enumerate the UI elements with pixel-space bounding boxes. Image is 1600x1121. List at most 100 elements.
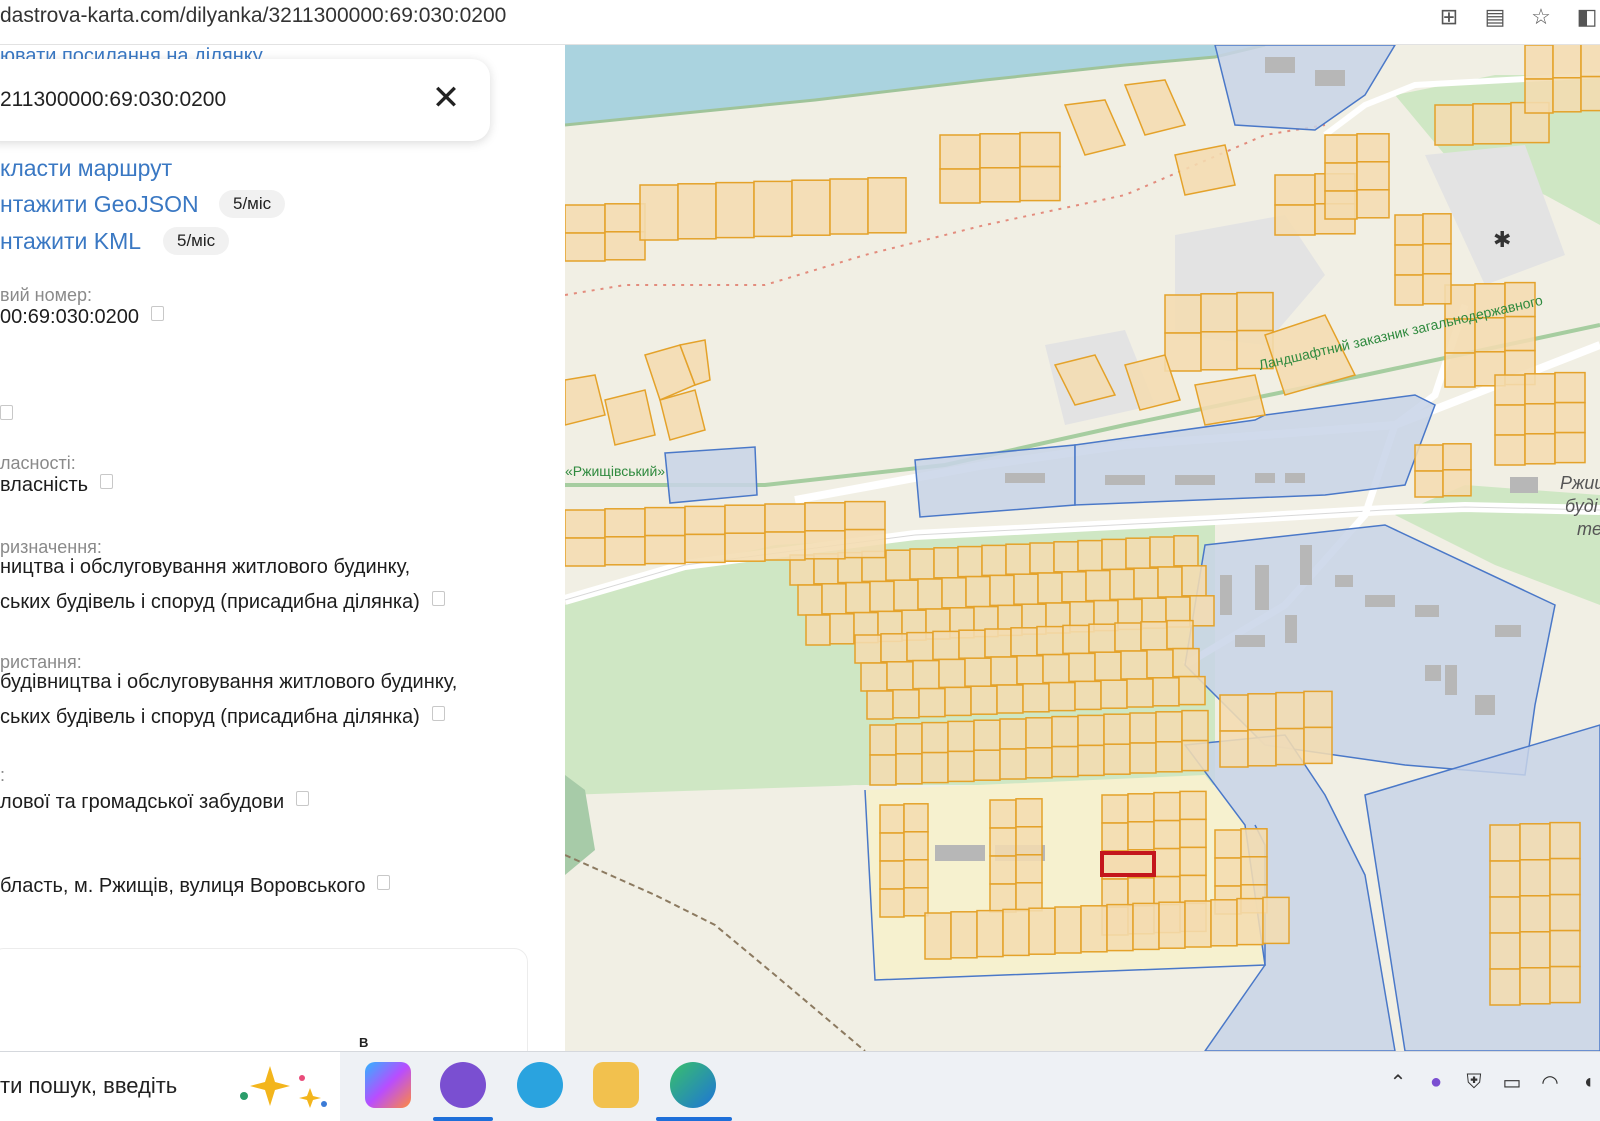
- parcel: [804, 502, 846, 532]
- search-input[interactable]: 211300000:69:030:0200: [0, 88, 226, 112]
- parcel: [724, 532, 766, 562]
- wifi-icon[interactable]: ◠: [1538, 1070, 1562, 1095]
- download-kml-link[interactable]: нтажити KML: [0, 228, 141, 255]
- security-icon[interactable]: ⛨: [1462, 1071, 1486, 1094]
- viber-tray-icon[interactable]: ●: [1424, 1071, 1448, 1094]
- parcel: [1236, 897, 1264, 946]
- parcel: [565, 509, 606, 539]
- parcel: [1016, 655, 1044, 685]
- copy-icon[interactable]: [0, 405, 13, 420]
- parcel: [860, 662, 888, 692]
- battery-icon[interactable]: ▭: [1500, 1070, 1524, 1095]
- parcel: [797, 584, 823, 616]
- parcel: [1442, 469, 1472, 497]
- parcel: [1157, 566, 1183, 598]
- cadastral-search-box[interactable]: 211300000:69:030:0200 ✕: [0, 59, 490, 141]
- copy-icon[interactable]: [151, 306, 165, 321]
- copilot-icon[interactable]: [365, 1062, 411, 1108]
- copy-icon[interactable]: [431, 706, 445, 721]
- parcel: [879, 888, 905, 918]
- parcel: [1025, 717, 1053, 749]
- parcel: [996, 684, 1024, 714]
- parcel: [1153, 847, 1181, 878]
- parcel: [1114, 622, 1142, 652]
- parcel: [604, 389, 656, 446]
- split-screen-icon[interactable]: ⊞: [1436, 4, 1462, 30]
- parcel: [1120, 650, 1148, 680]
- cadastral-map[interactable]: «Ржищівський» Ландшафтний заказник загал…: [565, 45, 1600, 1051]
- usage-value-line-2: ських будівель і споруд (присадибна діля…: [0, 700, 445, 735]
- copy-icon[interactable]: [296, 791, 310, 806]
- zone-value: лової та громадської забудови: [0, 785, 310, 820]
- copy-icon[interactable]: [377, 875, 391, 890]
- parcel: [880, 633, 908, 663]
- town-label-2: буді: [1565, 496, 1599, 516]
- monument-icon: ✱: [1493, 228, 1511, 253]
- parcel: [1068, 652, 1096, 683]
- parcel: [903, 859, 929, 889]
- parcel: [1100, 679, 1128, 709]
- parcel: [829, 178, 869, 235]
- parcel: [1494, 434, 1526, 466]
- file-explorer-icon[interactable]: [593, 1062, 639, 1108]
- parcel: [869, 580, 895, 613]
- parcel: [1125, 537, 1151, 569]
- copy-link-action[interactable]: ювати посилання на ділянку: [0, 45, 263, 59]
- parcel: [1103, 713, 1131, 745]
- taskbar-search-input[interactable]: ти пошук, введіть: [0, 1073, 177, 1099]
- parcel: [1019, 165, 1061, 202]
- chevron-up-icon[interactable]: ⌃: [1386, 1070, 1410, 1095]
- taskbar-search[interactable]: ти пошук, введіть: [0, 1052, 340, 1121]
- parcel: [1036, 625, 1064, 656]
- parcel: [1179, 790, 1207, 821]
- parcel: [604, 203, 646, 233]
- close-icon[interactable]: ✕: [428, 81, 464, 117]
- parcel: [1181, 709, 1209, 742]
- parcel: [990, 656, 1018, 686]
- parcel: [1554, 431, 1586, 464]
- parcel: [1240, 828, 1268, 858]
- parcel: [1155, 711, 1183, 743]
- parcel: [1085, 569, 1111, 602]
- parcel: [1524, 373, 1556, 405]
- parcel: [869, 754, 897, 786]
- reader-icon[interactable]: ▤: [1482, 4, 1508, 30]
- parcel: [1164, 332, 1202, 372]
- volume-icon[interactable]: ◖: [1576, 1071, 1600, 1094]
- viber-icon[interactable]: [440, 1062, 486, 1108]
- address-url[interactable]: dastrova-karta.com/dilyanka/3211300000:6…: [0, 4, 506, 28]
- system-tray: ⌃ ● ⛨ ▭ ◠ ◖: [1386, 1070, 1600, 1095]
- parcel: [1214, 857, 1242, 887]
- parcel: [1274, 204, 1316, 236]
- download-geojson-link[interactable]: нтажити GeoJSON: [0, 191, 199, 218]
- star-icon[interactable]: ☆: [1528, 4, 1554, 30]
- parcel: [1474, 317, 1506, 353]
- route-link[interactable]: класти маршрут: [0, 155, 172, 182]
- parcel: [1194, 374, 1266, 426]
- extensions-icon[interactable]: ◧: [1574, 4, 1600, 30]
- parcel: [1149, 536, 1175, 568]
- parcel: [1153, 875, 1181, 906]
- parcel: [1101, 538, 1127, 571]
- parcel: [1025, 747, 1053, 779]
- windows-taskbar: ти пошук, введіть ⌃ ● ⛨ ▭ ◠ ◖: [0, 1051, 1600, 1121]
- parcel: [1549, 965, 1581, 1004]
- parcel: [973, 719, 1001, 751]
- parcel: [939, 168, 981, 204]
- geojson-limit-badge: 5/міс: [219, 190, 286, 218]
- copy-icon[interactable]: [100, 474, 114, 489]
- address-value: бласть, м. Ржищів, вулиця Воровського: [0, 869, 391, 904]
- edge-icon[interactable]: [670, 1062, 716, 1108]
- parcel: [1127, 793, 1155, 823]
- parcel: [1275, 727, 1305, 766]
- parcel: [1015, 826, 1043, 856]
- parcel: [1356, 161, 1390, 191]
- map-canvas[interactable]: «Ржищівський» Ландшафтний заказник загал…: [565, 45, 1600, 1051]
- usage-value-line-1: будівництва і обслуговування житлового б…: [0, 671, 458, 693]
- parcel: [1015, 798, 1043, 828]
- copy-icon[interactable]: [431, 591, 445, 606]
- parcel: [1013, 573, 1039, 605]
- telegram-icon[interactable]: [517, 1062, 563, 1108]
- selected-parcel[interactable]: [1100, 851, 1156, 877]
- parcel: [644, 506, 686, 537]
